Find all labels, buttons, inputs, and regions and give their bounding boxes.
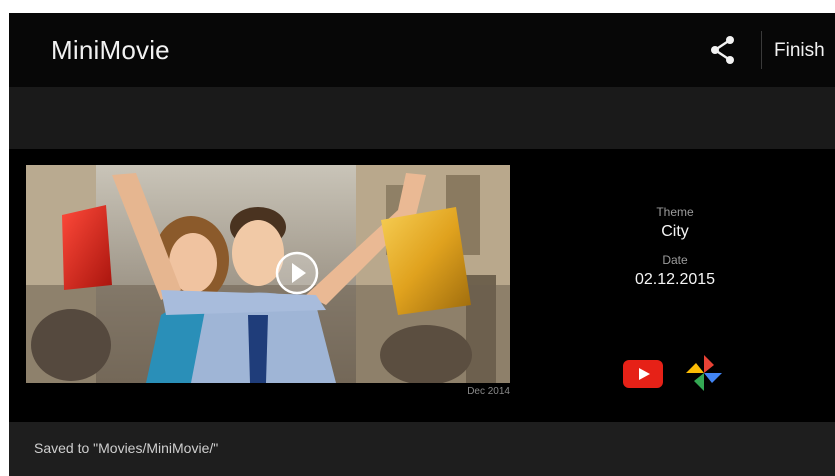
saved-location-text: Saved to "Movies/MiniMovie/" [34, 440, 219, 456]
youtube-share-button[interactable] [623, 360, 663, 388]
thumbnail-image [26, 165, 510, 383]
status-footer: Saved to "Movies/MiniMovie/" [9, 422, 835, 476]
video-date-caption: Dec 2014 [467, 386, 510, 397]
video-thumbnail[interactable] [26, 165, 510, 383]
youtube-icon [623, 360, 663, 388]
date-label: Date [662, 253, 688, 267]
share-icon [711, 36, 734, 64]
share-button[interactable] [705, 32, 741, 68]
date-value: 02.12.2015 [634, 271, 716, 288]
toolbar-divider [761, 31, 762, 69]
play-button[interactable] [274, 250, 320, 296]
play-icon [275, 251, 319, 295]
theme-label: Theme [656, 205, 694, 219]
theme-value: City [661, 223, 689, 240]
movie-details: Theme City Date 02.12.2015 [610, 205, 740, 289]
app-bar: MiniMovie Finish [9, 13, 835, 87]
photos-share-button[interactable] [683, 352, 725, 394]
finish-button[interactable]: Finish [774, 40, 825, 62]
photos-pinwheel-icon [686, 355, 722, 391]
app-title: MiniMovie [51, 35, 170, 65]
secondary-bar [9, 87, 835, 149]
